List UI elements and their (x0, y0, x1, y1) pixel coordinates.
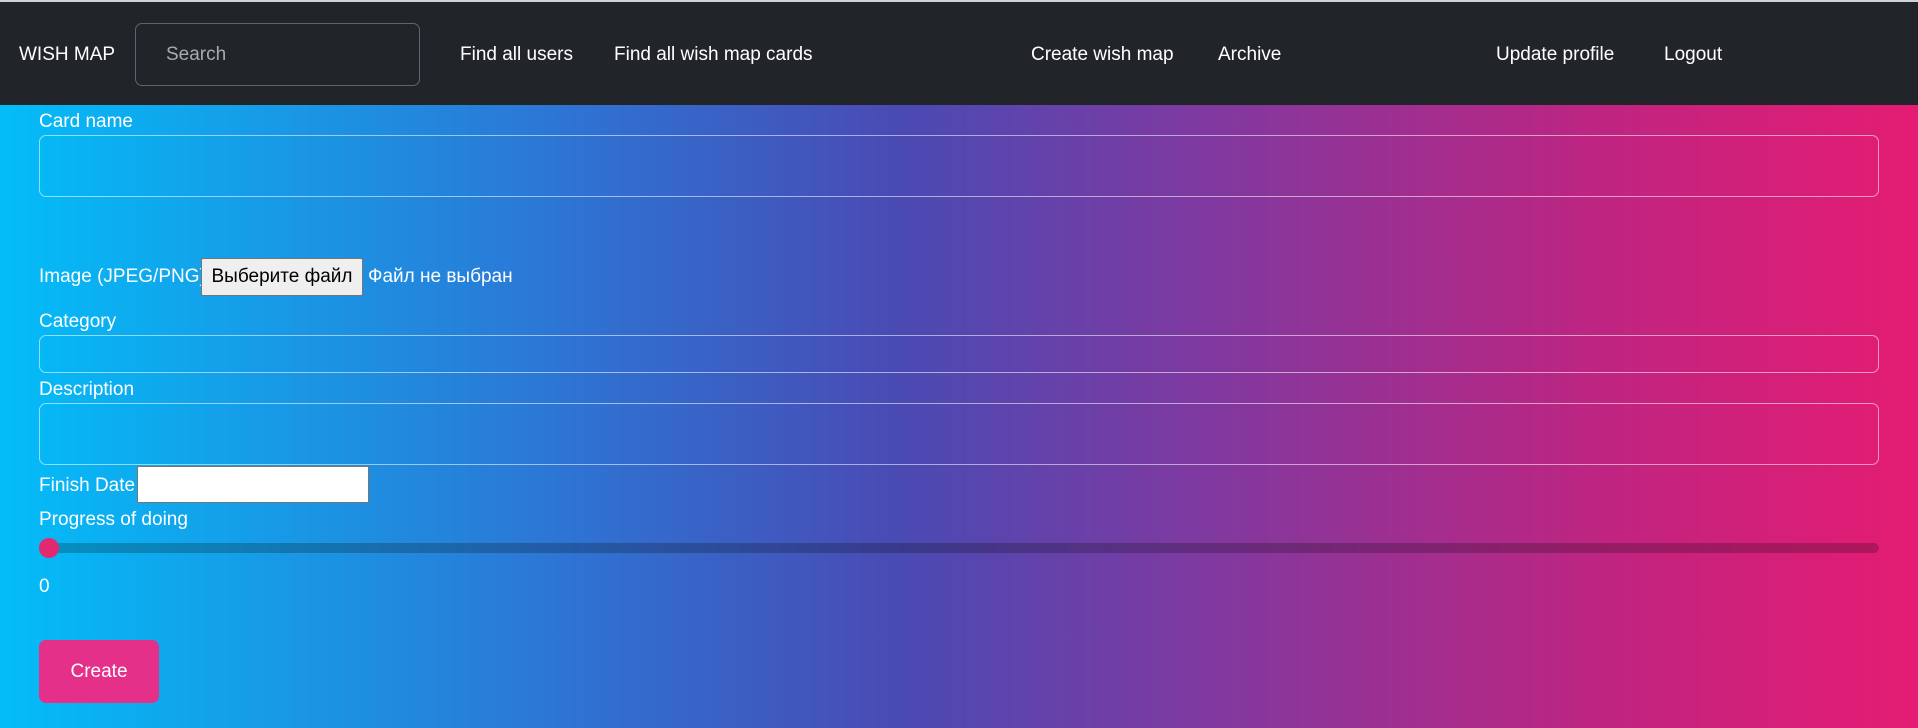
progress-label: Progress of doing (39, 509, 188, 530)
category-label: Category (39, 311, 117, 332)
finish-date-input[interactable] (137, 466, 369, 503)
finish-date-label: Finish Date (39, 475, 136, 496)
category-input[interactable] (39, 335, 1879, 373)
image-label: Image (JPEG/PNG) (39, 266, 206, 287)
nav-link-archive[interactable]: Archive (1218, 44, 1281, 66)
progress-slider-track[interactable] (39, 543, 1879, 553)
nav-link-update-profile[interactable]: Update profile (1496, 44, 1614, 66)
nav-link-logout[interactable]: Logout (1664, 44, 1722, 66)
card-name-label: Card name (39, 111, 133, 132)
choose-file-button[interactable]: Выберите файл (201, 258, 363, 296)
file-status-text: Файл не выбран (368, 266, 513, 287)
description-input[interactable] (39, 403, 1879, 465)
search-input[interactable] (135, 23, 420, 86)
progress-value: 0 (39, 576, 50, 597)
navbar: WISH MAP Find all users Find all wish ma… (0, 0, 1918, 105)
description-label: Description (39, 379, 135, 400)
nav-link-create-wish-map[interactable]: Create wish map (1031, 44, 1174, 66)
progress-slider-thumb[interactable] (39, 538, 59, 558)
create-button[interactable]: Create (39, 640, 159, 703)
brand-logo[interactable]: WISH MAP (19, 44, 115, 66)
card-name-input[interactable] (39, 135, 1879, 197)
nav-link-find-all-cards[interactable]: Find all wish map cards (614, 44, 813, 66)
nav-link-find-all-users[interactable]: Find all users (460, 44, 573, 66)
